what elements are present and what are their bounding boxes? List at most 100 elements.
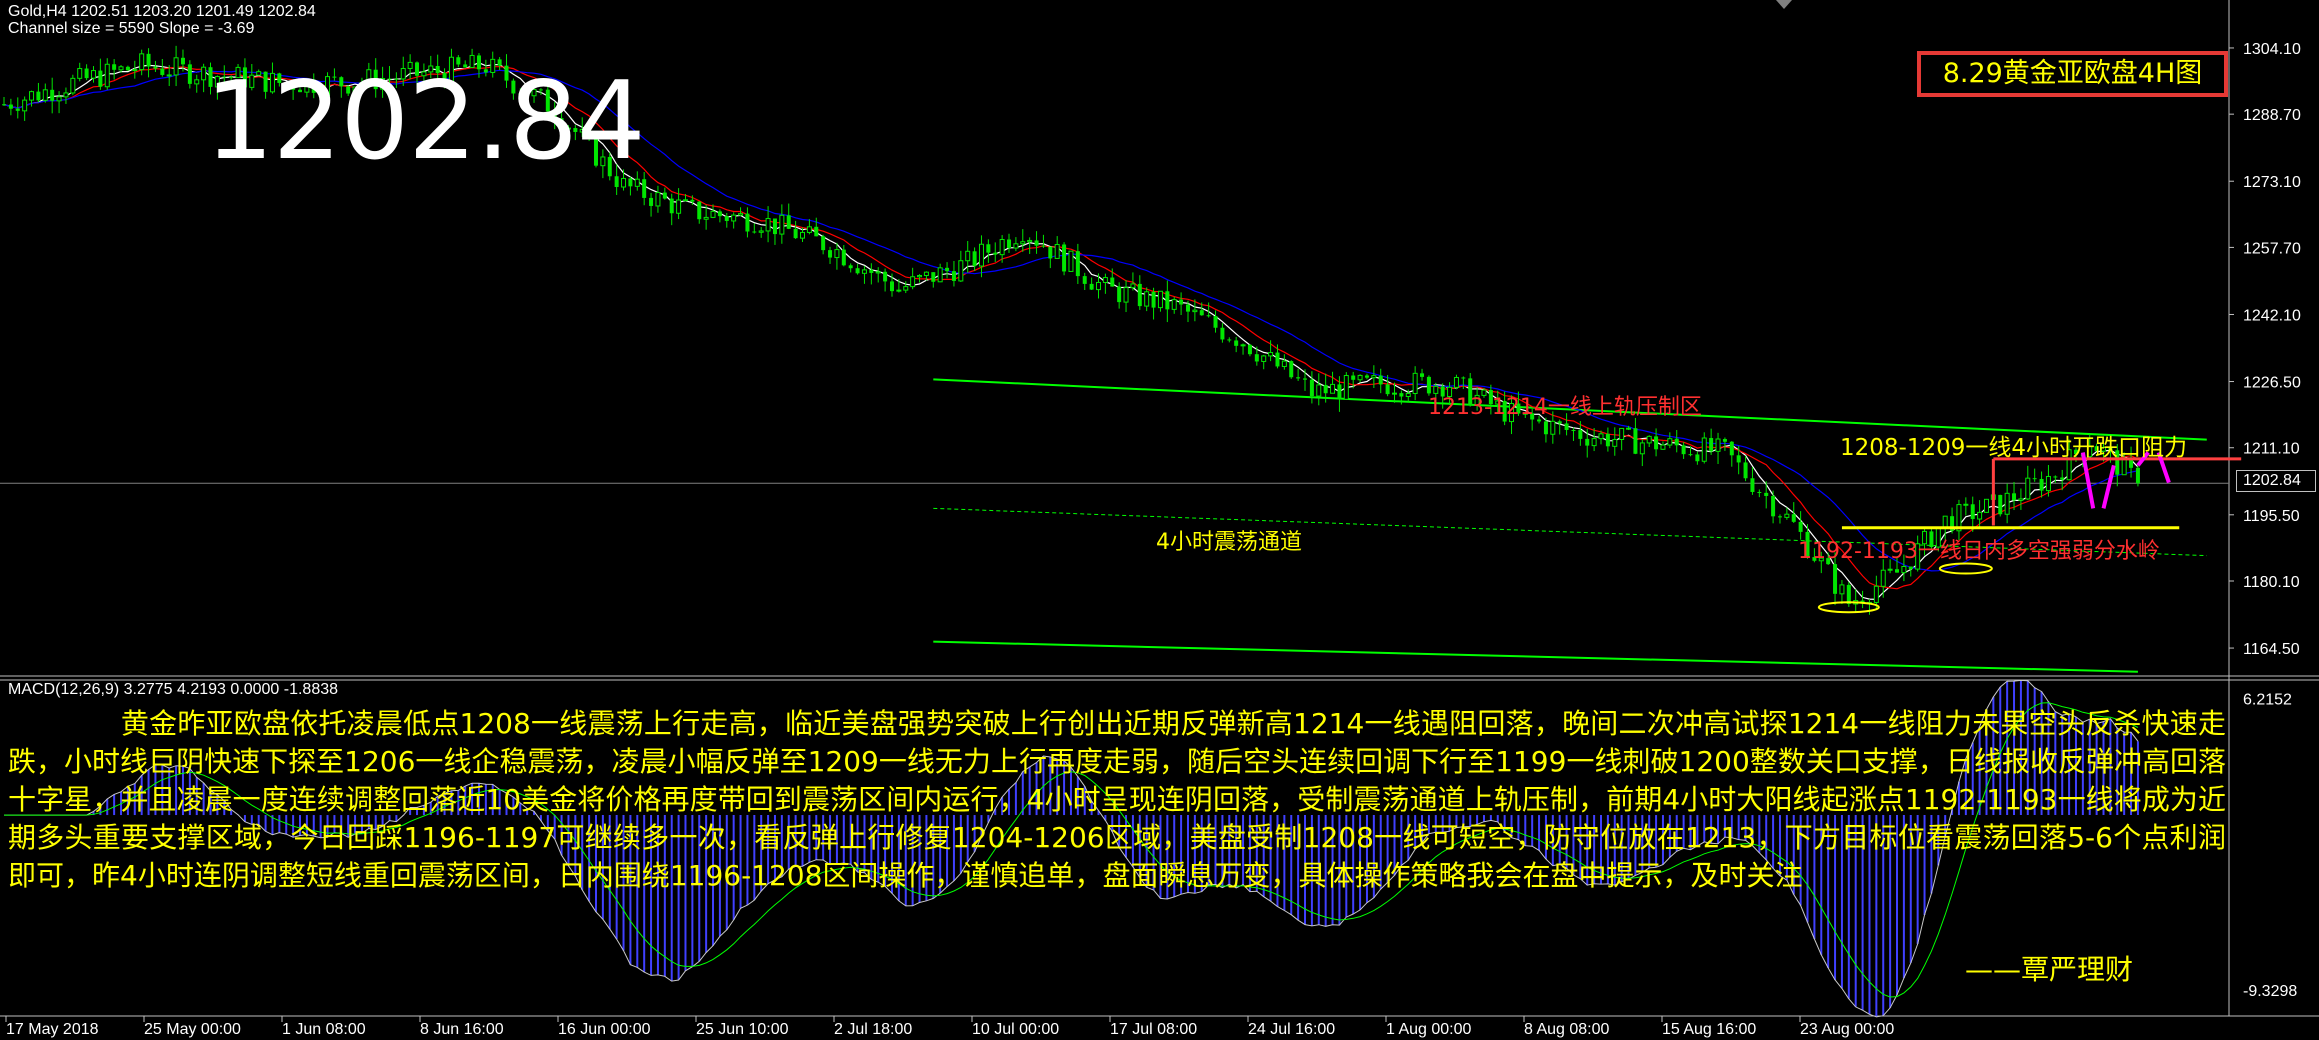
candle [1247, 343, 1252, 357]
candle [2, 97, 6, 107]
candle [1784, 507, 1790, 520]
candle [793, 220, 798, 239]
candle [77, 62, 83, 82]
candle [945, 262, 950, 279]
candle [869, 263, 874, 285]
time-tick-label: 17 Jul 08:00 [1110, 1021, 1197, 1038]
candle [125, 65, 130, 71]
candle [70, 74, 76, 96]
candle [1998, 494, 2003, 517]
price-tick-label: 1226.50 [2243, 375, 2301, 392]
candle [1950, 507, 1955, 534]
macd-tick-label: -9.3298 [2243, 983, 2297, 1000]
candle [951, 261, 956, 287]
candle [1144, 287, 1150, 312]
candle [1420, 368, 1425, 381]
candle [972, 247, 977, 272]
time-tick-label: 17 May 2018 [6, 1021, 99, 1038]
candle [63, 87, 69, 104]
candle [2039, 471, 2044, 498]
candle [1701, 432, 1707, 464]
candle [1165, 280, 1170, 323]
candle [50, 77, 55, 114]
candle [1667, 432, 1673, 449]
candle [848, 263, 853, 273]
candle [717, 209, 722, 223]
price-tick-label: 1195.50 [2243, 508, 2300, 525]
symbol-header: Gold,H4 1202.51 1203.20 1201.49 1202.84 … [8, 3, 316, 37]
analysis-commentary: 黄金昨亚欧盘依托凌晨低点1208一线震荡上行走高，临近美盘强势突破上行创出近期反… [8, 707, 2226, 892]
price-tick-label: 1164.50 [2243, 641, 2300, 658]
time-tick-label: 10 Jul 00:00 [972, 1021, 1059, 1038]
one-click-toggle-icon[interactable] [1776, 0, 1792, 9]
candle [910, 267, 916, 290]
candle [772, 218, 777, 245]
candle [1007, 233, 1012, 253]
channel-lower-line [933, 640, 2138, 673]
candle [1157, 290, 1163, 312]
time-tick-label: 15 Aug 16:00 [1662, 1021, 1756, 1038]
time-tick-label: 8 Aug 08:00 [1524, 1021, 1610, 1038]
candle [676, 188, 682, 220]
candle [1771, 490, 1776, 524]
candle [724, 213, 729, 228]
candle [937, 263, 943, 283]
candle [2018, 488, 2024, 510]
candle [1660, 441, 1666, 450]
candle [1743, 455, 1748, 482]
candle [112, 59, 117, 80]
candle [146, 48, 151, 78]
time-tick-label: 1 Jun 08:00 [282, 1021, 366, 1038]
candle [1054, 236, 1060, 259]
watershed-label: 1192-1193一线日内多空强弱分水岭 [1798, 539, 2160, 564]
candle [883, 268, 888, 292]
candle [1571, 427, 1576, 441]
candle [855, 263, 860, 275]
candle [931, 272, 936, 288]
candle [1646, 435, 1652, 448]
candle [1027, 237, 1033, 254]
candle [1591, 427, 1597, 452]
macd-indicator-label: MACD(12,26,9) 3.2775 4.2193 0.0000 -1.88… [8, 681, 339, 698]
candle [1062, 242, 1067, 276]
trend-channel [933, 378, 2207, 673]
candle [1123, 280, 1129, 313]
candle [875, 267, 881, 283]
candle [978, 235, 984, 278]
candle [669, 193, 674, 226]
candle [821, 234, 826, 255]
channel-label: 4小时震荡通道 [1156, 530, 1302, 555]
resistance-zone-label: 1213-1214一线上轨压制区 [1428, 395, 1702, 420]
time-tick-label: 25 May 00:00 [144, 1021, 241, 1038]
price-tick-label: 1180.10 [2243, 574, 2300, 591]
candle [1378, 368, 1383, 394]
time-tick-label: 24 Jul 16:00 [1248, 1021, 1335, 1038]
candle [1034, 231, 1039, 254]
channel-info: Channel size = 5590 Slope = -3.69 [8, 20, 255, 37]
candle [649, 192, 654, 217]
candle [1681, 442, 1686, 459]
candle [1777, 514, 1782, 524]
candle [1860, 590, 1865, 609]
candle [1543, 417, 1548, 443]
candle [655, 185, 661, 213]
candle [2004, 483, 2010, 524]
candle [1709, 428, 1714, 455]
candle [1206, 302, 1211, 318]
candle [745, 207, 750, 238]
candle [1089, 277, 1094, 290]
price-tick-label: 1304.10 [2243, 41, 2301, 58]
candle [98, 58, 103, 90]
path-arrow [2101, 464, 2116, 509]
candle [731, 212, 737, 229]
price-tick-label: 1288.70 [2243, 107, 2301, 124]
candle [1557, 419, 1562, 435]
candle [1963, 497, 1969, 516]
candle [22, 96, 28, 121]
candle [1137, 275, 1142, 310]
time-tick-label: 25 Jun 10:00 [696, 1021, 789, 1038]
candle [1261, 354, 1267, 370]
candle [828, 246, 833, 264]
candle [84, 64, 89, 81]
time-tick-label: 1 Aug 00:00 [1386, 1021, 1472, 1038]
